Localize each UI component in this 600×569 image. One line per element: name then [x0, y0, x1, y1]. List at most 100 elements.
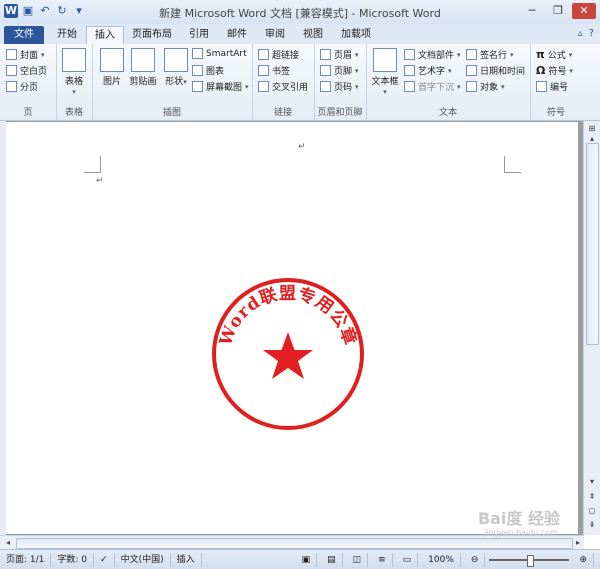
- horizontal-scroll-thumb[interactable]: [16, 538, 573, 549]
- numbering-icon: [536, 81, 547, 92]
- group-tables: 表格 ▾ 表格: [56, 44, 93, 120]
- star-icon: [263, 332, 313, 379]
- shapes-icon: [164, 48, 188, 72]
- equation-button[interactable]: π 公式 ▾: [536, 48, 572, 61]
- shapes-button[interactable]: 形状▾: [162, 48, 190, 87]
- proofing-icon[interactable]: ✓: [94, 552, 115, 567]
- table-button[interactable]: 表格 ▾: [60, 48, 88, 97]
- page-number-icon: [320, 81, 331, 92]
- zoom-slider-knob[interactable]: [527, 555, 535, 567]
- cover-page-button[interactable]: 封面 ▾: [6, 48, 45, 61]
- bookmark-button[interactable]: 书签: [258, 64, 290, 77]
- tab-addins[interactable]: 加载项: [334, 26, 378, 44]
- tab-file[interactable]: 文件: [4, 26, 44, 44]
- picture-button[interactable]: 图片: [98, 48, 126, 87]
- group-text: 文本框 ▾ 文档部件 ▾ 艺术字 ▾ 首字下沉 ▾ 签名行 ▾ 日期和时间 对象 ▾ 文本: [366, 44, 531, 120]
- quick-parts-icon: [404, 49, 415, 60]
- document-page[interactable]: ↵ ↵ Word联盟专用公章: [6, 122, 578, 534]
- cross-reference-button[interactable]: 交叉引用: [258, 80, 308, 93]
- ribbon-tabs: 文件 开始 插入 页面布局 引用 邮件 审阅 视图 加载项 ▵ ?: [0, 24, 600, 45]
- window-title: 新建 Microsoft Word 文档 [兼容模式] - Microsoft …: [159, 7, 441, 20]
- zoom-slider[interactable]: [489, 555, 570, 567]
- textbox-button[interactable]: 文本框 ▾: [370, 48, 400, 97]
- tab-review[interactable]: 审阅: [258, 26, 292, 44]
- word-count[interactable]: 字数: 0: [51, 552, 95, 567]
- scroll-right-icon[interactable]: ▸: [572, 537, 584, 549]
- stamp-seal[interactable]: Word联盟专用公章: [208, 274, 368, 434]
- minimize-ribbon-icon[interactable]: ▵: [578, 28, 583, 39]
- signature-line-icon: [466, 49, 477, 60]
- baidu-watermark: Bai度 经验: [477, 509, 560, 528]
- draft-icon[interactable]: ▭: [397, 553, 419, 567]
- page-break-icon: [6, 81, 17, 92]
- restore-button[interactable]: ❐: [546, 3, 570, 19]
- hyperlink-icon: [258, 49, 269, 60]
- zoom-level[interactable]: 100%: [422, 553, 461, 567]
- footer-button[interactable]: 页脚 ▾: [320, 64, 359, 77]
- tab-page-layout[interactable]: 页面布局: [128, 26, 176, 44]
- smartart-button[interactable]: SmartArt: [192, 48, 247, 59]
- group-header-footer: 页眉 ▾ 页脚 ▾ 页码 ▾ 页眉和页脚: [314, 44, 367, 120]
- numbering-button[interactable]: 编号: [536, 80, 568, 93]
- wordart-button[interactable]: 艺术字 ▾: [404, 64, 452, 77]
- vertical-scroll-thumb[interactable]: [586, 143, 599, 345]
- minimize-button[interactable]: ─: [520, 3, 544, 19]
- date-time-button[interactable]: 日期和时间: [466, 64, 525, 77]
- help-icon[interactable]: ?: [589, 28, 594, 39]
- signature-line-button[interactable]: 签名行 ▾: [466, 48, 514, 61]
- cover-page-icon: [6, 49, 17, 60]
- header-icon: [320, 49, 331, 60]
- tab-mailings[interactable]: 邮件: [220, 26, 254, 44]
- ribbon: 封面 ▾ 空白页 分页 页 表格 ▾ 表格 图片 剪贴画 形状▾ SmartArt …: [0, 44, 600, 121]
- next-page-icon[interactable]: ⇟: [586, 519, 598, 531]
- smartart-icon: [192, 48, 203, 59]
- textbox-icon: [373, 48, 397, 72]
- chart-icon: [192, 65, 203, 76]
- vertical-scrollbar[interactable]: ⊞ ▴ ▾ ⇞ ○ ⇟: [583, 121, 600, 535]
- full-screen-icon[interactable]: ▤: [321, 553, 343, 567]
- baidu-watermark-sub: jingyan.baidu.com: [484, 528, 558, 537]
- group-illustrations: 图片 剪贴画 形状▾ SmartArt 图表 屏幕截图 ▾ 插图: [92, 44, 253, 120]
- outline-icon[interactable]: ≡: [372, 553, 393, 567]
- clipart-button[interactable]: 剪贴画: [128, 48, 158, 87]
- group-label-text: 文本: [438, 108, 457, 118]
- print-layout-icon[interactable]: ▣: [296, 553, 318, 567]
- drop-cap-button[interactable]: 首字下沉 ▾: [404, 80, 461, 93]
- screenshot-button[interactable]: 屏幕截图 ▾: [192, 80, 249, 93]
- tab-references[interactable]: 引用: [182, 26, 216, 44]
- title-bar: W ▣ ↶ ↻ ▾ 新建 Microsoft Word 文档 [兼容模式] - …: [0, 0, 600, 25]
- scroll-left-icon[interactable]: ◂: [2, 537, 14, 549]
- object-button[interactable]: 对象 ▾: [466, 80, 505, 93]
- paragraph-mark-header: ↵: [298, 142, 306, 152]
- browse-object-icon[interactable]: ○: [586, 505, 598, 517]
- page-count[interactable]: 页面: 1/1: [0, 552, 52, 567]
- tab-home[interactable]: 开始: [50, 26, 84, 44]
- symbol-button[interactable]: Ω 符号 ▾: [536, 64, 573, 77]
- close-button[interactable]: ✕: [572, 3, 596, 19]
- picture-icon: [100, 48, 124, 72]
- group-label-tables: 表格: [64, 108, 83, 118]
- zoom-in-icon[interactable]: ⊕: [573, 553, 594, 567]
- paragraph-mark: ↵: [96, 176, 104, 186]
- chart-button[interactable]: 图表: [192, 64, 224, 77]
- web-layout-icon[interactable]: ◫: [347, 553, 369, 567]
- tab-view[interactable]: 视图: [296, 26, 330, 44]
- hyperlink-button[interactable]: 超链接: [258, 48, 299, 61]
- language-indicator[interactable]: 中文(中国): [115, 552, 171, 567]
- zoom-out-icon[interactable]: ⊖: [465, 553, 486, 567]
- wordart-icon: [404, 65, 415, 76]
- horizontal-scrollbar[interactable]: ◂ ▸: [0, 535, 584, 550]
- blank-page-button[interactable]: 空白页: [6, 64, 47, 77]
- margin-corner-top-right: [504, 156, 521, 173]
- scroll-down-icon[interactable]: ▾: [586, 476, 598, 488]
- bookmark-icon: [258, 65, 269, 76]
- page-number-button[interactable]: 页码 ▾: [320, 80, 359, 93]
- header-button[interactable]: 页眉 ▾: [320, 48, 359, 61]
- previous-page-icon[interactable]: ⇞: [586, 491, 598, 503]
- quick-parts-button[interactable]: 文档部件 ▾: [404, 48, 461, 61]
- clipart-icon: [131, 48, 155, 72]
- page-break-button[interactable]: 分页: [6, 80, 38, 93]
- tab-insert[interactable]: 插入: [86, 26, 124, 45]
- object-icon: [466, 81, 477, 92]
- insert-mode[interactable]: 插入: [171, 552, 202, 567]
